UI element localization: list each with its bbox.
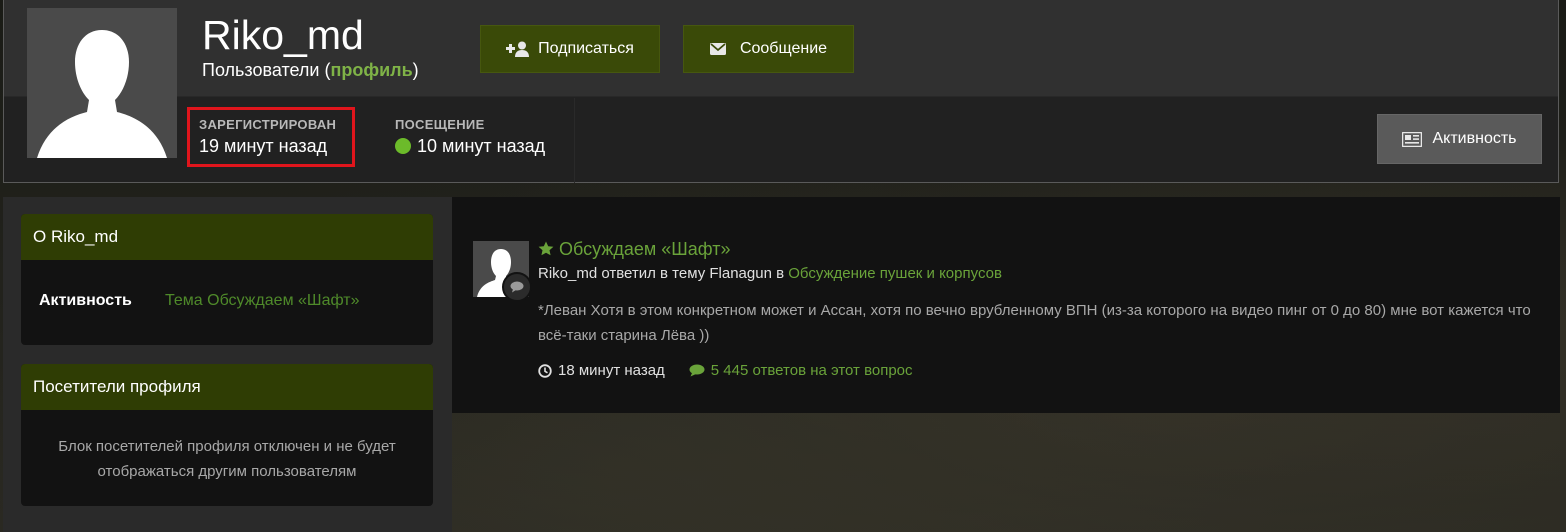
feed-item-forum-link[interactable]: Обсуждение пушек и корпусов xyxy=(788,265,1002,282)
profile-avatar xyxy=(27,8,177,158)
profile-username: Riko_md xyxy=(202,12,364,58)
about-activity-row: Активность Тема Обсуждаем «Шафт» xyxy=(21,260,433,345)
feed-item-meta-text: Riko_md ответил в тему Flanagun в xyxy=(538,265,789,282)
profile-usergroup: Пользователи (профиль) xyxy=(202,60,419,81)
online-status-icon xyxy=(395,138,411,154)
star-icon xyxy=(538,241,554,256)
visitors-disabled-text: Блок посетителей профиля отключен и не б… xyxy=(58,438,396,480)
follow-button[interactable]: Подписаться xyxy=(480,25,660,73)
about-widget-title: О Riko_md xyxy=(21,214,433,260)
activity-button-label: Активность xyxy=(1432,130,1517,147)
registered-value: 19 минут назад xyxy=(199,136,328,156)
activity-feed: Обсуждаем «Шафт» Riko_md ответил в тему … xyxy=(452,197,1560,413)
follow-button-label: Подписаться xyxy=(538,40,634,57)
feed-item-excerpt: *Леван Хотя в этом конкретном может и Ас… xyxy=(538,302,1531,344)
usergroup-prefix: Пользователи ( xyxy=(202,60,331,80)
about-widget: О Riko_md Активность Тема Обсуждаем «Шаф… xyxy=(21,214,433,345)
about-activity-key: Активность xyxy=(39,292,132,309)
message-button[interactable]: Сообщение xyxy=(683,25,854,73)
newspaper-icon xyxy=(1402,131,1423,147)
feed-item-footer: 18 минут назад 5 445 ответов на этот воп… xyxy=(538,362,913,379)
registered-label: ЗАРЕГИСТРИРОВАН xyxy=(199,117,337,132)
profile-sidebar: О Riko_md Активность Тема Обсуждаем «Шаф… xyxy=(3,197,452,532)
comment-icon xyxy=(689,364,705,377)
feed-item-title[interactable]: Обсуждаем «Шафт» xyxy=(538,239,730,260)
feed-item-replies-text: 5 445 ответов на этот вопрос xyxy=(710,362,913,379)
feed-item-replies[interactable]: 5 445 ответов на этот вопрос xyxy=(689,362,913,379)
user-plus-icon xyxy=(506,41,530,57)
user-silhouette-icon xyxy=(27,8,177,158)
comment-badge xyxy=(502,272,532,302)
feed-item-time: 18 минут назад xyxy=(538,362,665,379)
profile-header: Riko_md Пользователи (профиль) Подписать… xyxy=(3,0,1559,183)
visit-value-wrap: 10 минут назад xyxy=(395,136,545,157)
visit-label: ПОСЕЩЕНИЕ xyxy=(395,117,485,132)
feed-item-title-text: Обсуждаем «Шафт» xyxy=(559,239,731,259)
message-button-label: Сообщение xyxy=(739,40,828,57)
stats-divider xyxy=(574,98,575,183)
usergroup-link[interactable]: профиль xyxy=(330,60,412,80)
visitors-widget-title: Посетители профиля xyxy=(21,364,433,410)
envelope-icon xyxy=(709,43,726,55)
about-activity-link[interactable]: Тема Обсуждаем «Шафт» xyxy=(165,292,360,310)
feed-item-meta: Riko_md ответил в тему Flanagun в Обсужд… xyxy=(538,265,1002,282)
clock-icon xyxy=(538,363,552,378)
visit-value: 10 минут назад xyxy=(417,136,546,156)
feed-item-time-text: 18 минут назад xyxy=(558,362,665,379)
speech-bubble-icon xyxy=(510,281,524,293)
usergroup-suffix: ) xyxy=(412,60,419,80)
activity-button[interactable]: Активность xyxy=(1377,114,1542,164)
visitors-widget: Посетители профиля Блок посетителей проф… xyxy=(21,364,433,506)
